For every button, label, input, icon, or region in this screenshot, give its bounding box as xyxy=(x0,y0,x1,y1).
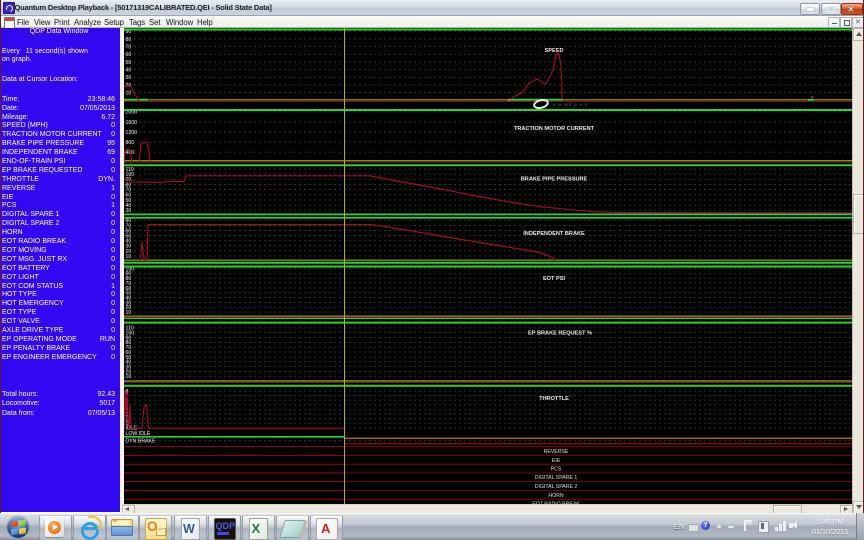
svg-text:LOW IDLE: LOW IDLE xyxy=(126,431,151,437)
svg-text:PCS: PCS xyxy=(551,467,562,473)
svg-text:10: 10 xyxy=(126,374,132,380)
svg-text:DIGITAL SPARE 2: DIGITAL SPARE 2 xyxy=(535,484,578,490)
svg-text:EIE: EIE xyxy=(552,458,561,464)
svg-text:SPEED: SPEED xyxy=(545,48,564,54)
svg-text:a w wh g v s: a w wh g v s xyxy=(553,102,588,107)
svg-text:REVERSE: REVERSE xyxy=(544,449,569,455)
svg-text:1600: 1600 xyxy=(126,120,138,126)
svg-text:40: 40 xyxy=(126,68,132,74)
svg-text:BRAKE PIPE PRESSURE: BRAKE PIPE PRESSURE xyxy=(521,177,588,183)
svg-text:10: 10 xyxy=(126,254,132,260)
svg-text:DYN BRAKE: DYN BRAKE xyxy=(126,439,157,445)
svg-text:INDEPENDENT BRAKE: INDEPENDENT BRAKE xyxy=(523,231,585,237)
svg-text:800: 800 xyxy=(126,140,135,146)
svg-text:TRACTION MOTOR CURRENT: TRACTION MOTOR CURRENT xyxy=(514,126,595,132)
svg-text:10: 10 xyxy=(126,91,132,97)
svg-text:THROTTLE: THROTTLE xyxy=(539,396,569,402)
svg-text:60: 60 xyxy=(126,52,132,58)
svg-text:70: 70 xyxy=(126,45,132,51)
svg-text:30: 30 xyxy=(126,75,132,81)
svg-text:EOT PSI: EOT PSI xyxy=(543,276,566,282)
svg-text:80: 80 xyxy=(126,37,132,43)
svg-text:HORN: HORN xyxy=(548,493,564,499)
svg-text:10: 10 xyxy=(126,310,132,316)
svg-text:EP BRAKE REQUEST %: EP BRAKE REQUEST % xyxy=(528,331,592,337)
svg-text:DIGITAL SPARE 1: DIGITAL SPARE 1 xyxy=(535,475,578,481)
svg-text:50: 50 xyxy=(126,60,132,66)
svg-text:30: 30 xyxy=(126,208,132,214)
svg-text:1200: 1200 xyxy=(126,130,138,136)
